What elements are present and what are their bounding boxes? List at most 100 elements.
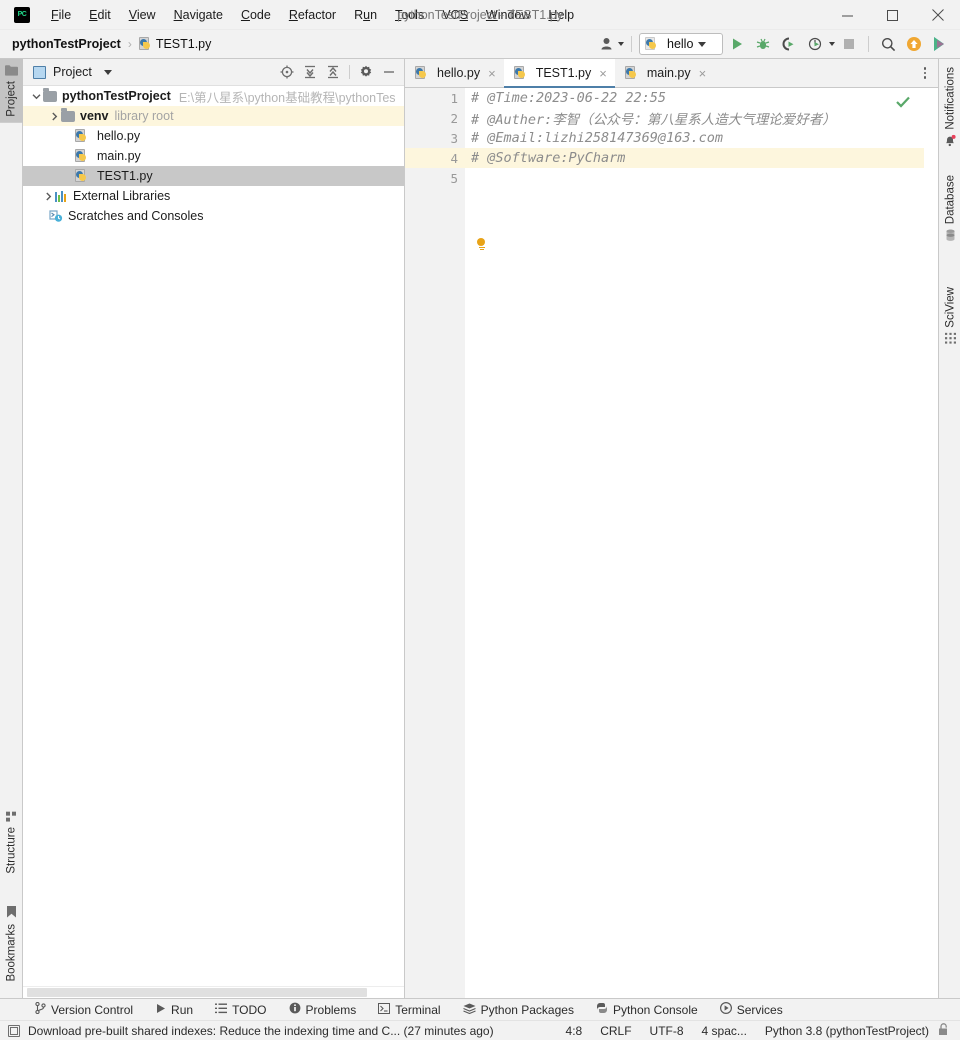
python-file-icon <box>415 66 428 80</box>
sidebar-item-bookmarks[interactable]: Bookmarks <box>0 900 23 988</box>
breadcrumb-file[interactable]: TEST1.py <box>156 37 212 51</box>
tool-window-todo[interactable]: TODO <box>204 999 277 1021</box>
close-icon[interactable]: × <box>488 67 496 80</box>
menu-refactor[interactable]: Refactor <box>280 4 345 26</box>
project-panel-horizontal-scrollbar[interactable] <box>23 986 404 998</box>
tool-window-bar: Version Control Run TODO Problems Termin… <box>0 998 960 1020</box>
code-editor[interactable]: 1 2 3 4 5 # @Time:2023-06-22 22:55 # @Au… <box>405 88 938 998</box>
status-message[interactable]: Download pre-built shared indexes: Reduc… <box>28 1024 494 1038</box>
lock-icon[interactable] <box>938 1022 954 1039</box>
gutter-line: 1 <box>405 88 476 108</box>
chevron-collapsed-icon[interactable] <box>41 192 55 201</box>
tree-item-project-root[interactable]: pythonTestProject E:\第八星系\python基础教程\pyt… <box>23 86 404 106</box>
menu-help[interactable]: Help <box>539 4 583 26</box>
tree-item-main-py[interactable]: main.py <box>23 146 404 166</box>
tab-test1-py[interactable]: TEST1.py × <box>503 59 616 88</box>
user-account-chevron-icon[interactable] <box>618 42 624 46</box>
gutter-line: 5 <box>405 168 465 188</box>
breadcrumb-project[interactable]: pythonTestProject <box>12 37 121 51</box>
tool-window-label: Python Console <box>612 1002 698 1017</box>
tool-window-python-packages[interactable]: Python Packages <box>452 999 585 1021</box>
sidebar-item-database[interactable]: Database <box>939 169 960 247</box>
background-task-icon[interactable] <box>8 1024 20 1037</box>
inspections-ok-check-icon[interactable] <box>896 96 910 111</box>
line-number: 5 <box>450 170 458 186</box>
expand-all-icon[interactable] <box>299 61 321 83</box>
select-opened-file-icon[interactable] <box>276 61 298 83</box>
run-with-coverage-icon[interactable] <box>777 32 801 56</box>
maximize-icon[interactable] <box>870 0 915 30</box>
tool-window-version-control[interactable]: Version Control <box>24 999 144 1021</box>
file-encoding[interactable]: UTF-8 <box>641 1024 693 1038</box>
tree-item-external-libraries[interactable]: External Libraries <box>23 186 404 206</box>
editor-vertical-scrollbar[interactable] <box>924 88 938 998</box>
sidebar-item-notifications[interactable]: Notifications <box>939 61 960 153</box>
close-icon[interactable]: × <box>599 67 607 80</box>
tool-window-run[interactable]: Run <box>144 999 204 1021</box>
indent-setting[interactable]: 4 spac... <box>693 1024 756 1038</box>
profile-icon[interactable] <box>803 32 827 56</box>
menu-vcs[interactable]: VCS <box>433 4 477 26</box>
tool-window-services[interactable]: Services <box>709 999 794 1021</box>
left-tool-stripe: Project Structure Bookmarks <box>0 59 23 998</box>
settings-gear-icon[interactable] <box>355 61 377 83</box>
main-toolbar-actions: hello <box>596 32 960 56</box>
menu-code[interactable]: Code <box>232 4 280 26</box>
chevron-down-icon <box>698 41 707 47</box>
menu-file[interactable]: File <box>42 4 80 26</box>
hide-panel-icon[interactable] <box>378 61 400 83</box>
chevron-collapsed-icon[interactable] <box>47 112 61 121</box>
pycharm-window: PC File Edit View Navigate Code Refactor… <box>0 0 960 1040</box>
tab-hello-py[interactable]: hello.py × <box>405 59 504 87</box>
tree-item-scratches-consoles[interactable]: Scratches and Consoles <box>23 206 404 226</box>
project-tree[interactable]: pythonTestProject E:\第八星系\python基础教程\pyt… <box>23 86 404 986</box>
chevron-down-icon[interactable] <box>103 69 112 75</box>
run-configuration-selector[interactable]: hello <box>639 33 723 55</box>
update-project-icon[interactable] <box>902 32 926 56</box>
ai-assistant-icon[interactable] <box>928 32 952 56</box>
tree-item-test1-py[interactable]: TEST1.py <box>23 166 404 186</box>
tool-window-python-console[interactable]: Python Console <box>585 999 709 1021</box>
chevron-expanded-icon[interactable] <box>29 92 43 101</box>
intention-bulb-icon[interactable] <box>477 238 486 250</box>
folder-icon <box>61 107 75 122</box>
run-icon[interactable] <box>725 32 749 56</box>
minimize-icon[interactable] <box>825 0 870 30</box>
code-text-area[interactable]: # @Time:2023-06-22 22:55 # @Auther:李智（公众… <box>465 88 924 998</box>
caret-position[interactable]: 4:8 <box>557 1024 592 1038</box>
debug-icon[interactable] <box>751 32 775 56</box>
sidebar-item-project[interactable]: Project <box>0 59 23 123</box>
packages-icon <box>462 1003 476 1017</box>
problems-warning-icon <box>289 1002 301 1017</box>
line-separator[interactable]: CRLF <box>591 1024 640 1038</box>
profile-chevron-icon[interactable] <box>829 42 835 46</box>
menu-tools[interactable]: Tools <box>386 4 433 26</box>
tree-item-venv[interactable]: venv library root <box>23 106 404 126</box>
user-account-icon[interactable] <box>596 32 620 56</box>
more-options-icon[interactable] <box>912 59 938 87</box>
tool-window-terminal[interactable]: Terminal <box>367 999 451 1021</box>
menu-navigate[interactable]: Navigate <box>165 4 232 26</box>
collapse-all-icon[interactable] <box>322 61 344 83</box>
menu-edit[interactable]: Edit <box>80 4 120 26</box>
tree-item-hello-py[interactable]: hello.py <box>23 126 404 146</box>
menu-run[interactable]: Run <box>345 4 386 26</box>
code-line: # @Time:2023-06-22 22:55 <box>471 90 667 106</box>
close-icon[interactable] <box>915 0 960 30</box>
editor-gutter[interactable]: 1 2 3 4 5 <box>405 88 476 998</box>
project-folder-icon <box>5 65 18 76</box>
search-everywhere-icon[interactable] <box>876 32 900 56</box>
code-line-current: # @Software:PyCharm <box>465 148 924 168</box>
run-configuration-label: hello <box>667 37 694 51</box>
project-panel-header: Project <box>23 59 404 86</box>
gutter-line: 3 <box>405 128 465 148</box>
close-icon[interactable]: × <box>699 67 707 80</box>
menu-view[interactable]: View <box>120 4 165 26</box>
python-interpreter[interactable]: Python 3.8 (pythonTestProject) <box>756 1024 938 1038</box>
tab-main-py[interactable]: main.py × <box>615 59 714 87</box>
sidebar-item-structure[interactable]: Structure <box>0 805 23 880</box>
sidebar-item-sciview[interactable]: SciView <box>939 281 960 350</box>
tree-item-label: pythonTestProject <box>62 89 171 103</box>
tool-window-problems[interactable]: Problems <box>278 999 368 1021</box>
menu-window[interactable]: Window <box>477 4 539 26</box>
